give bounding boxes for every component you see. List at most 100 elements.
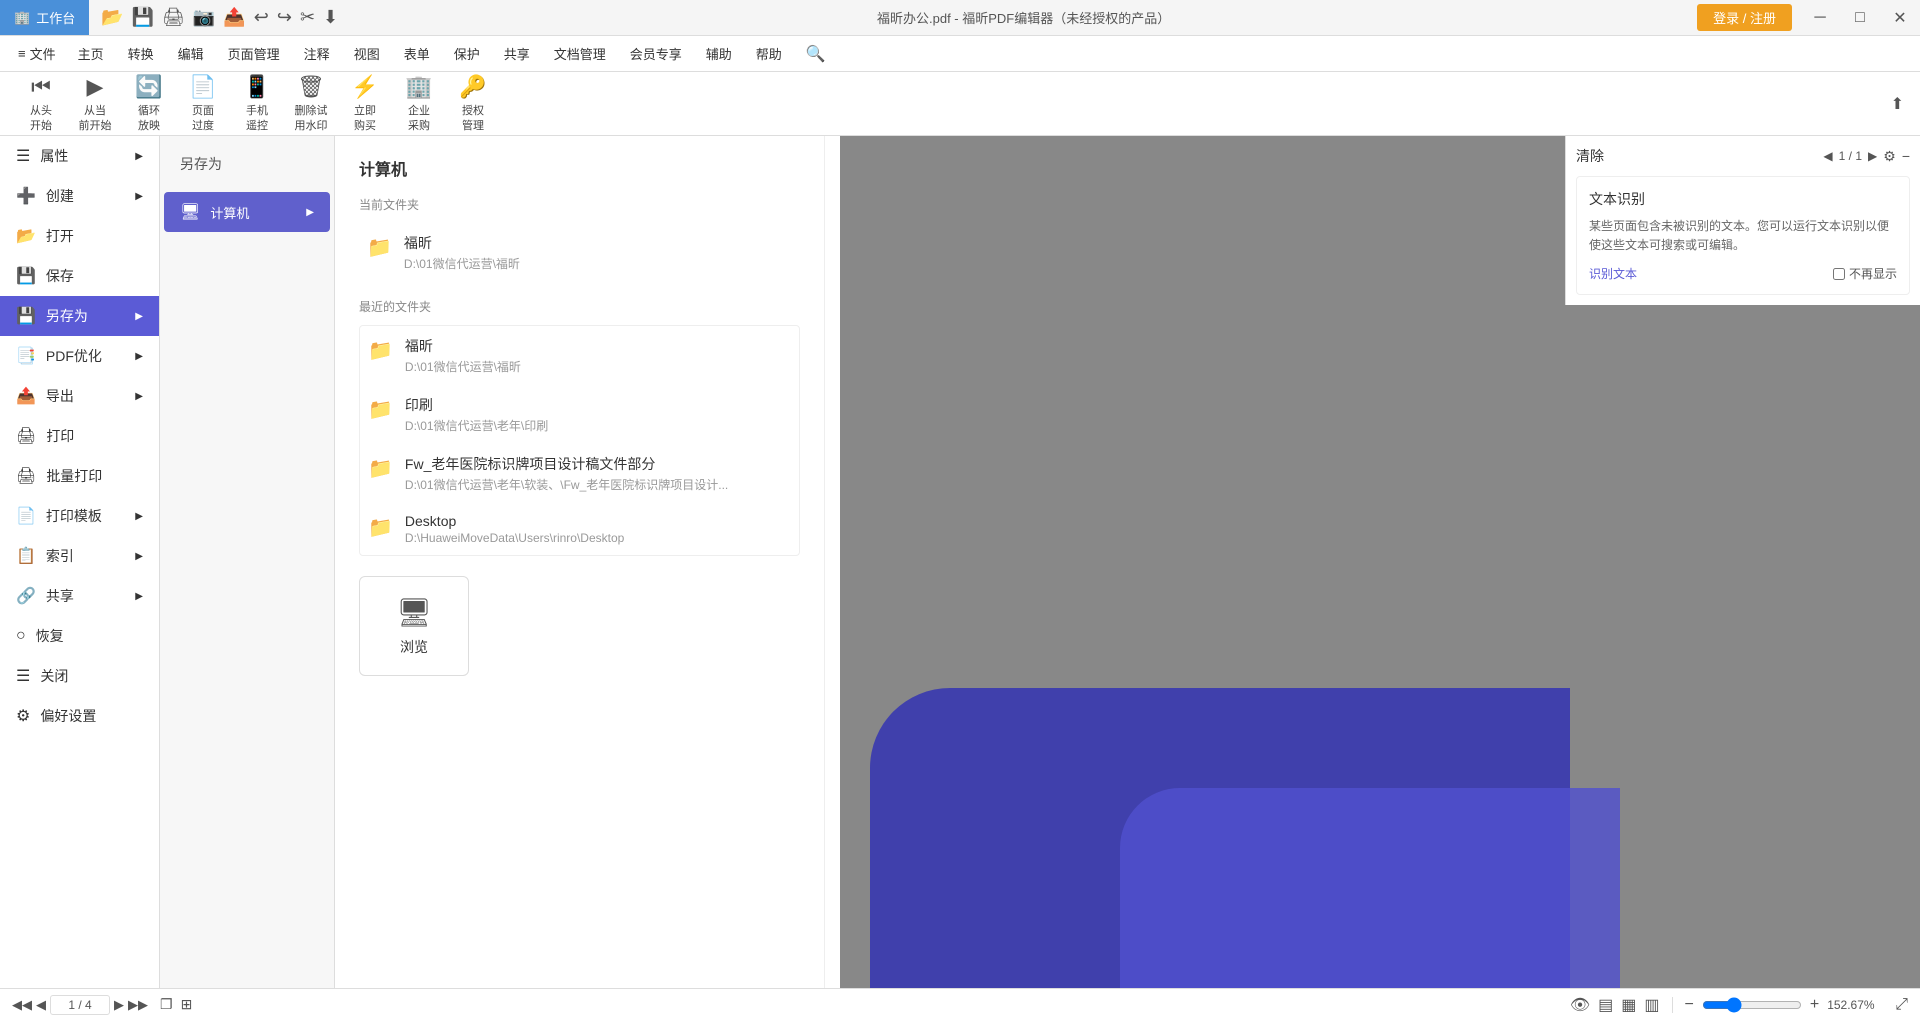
menu-item-saveas[interactable]: 💾 另存为 ▶: [0, 296, 159, 336]
recent-folder-1[interactable]: 📁 印刷 D:\01微信代运营\老年\印刷: [360, 385, 799, 444]
ocr-recognize-button[interactable]: 识别文本: [1589, 265, 1637, 282]
hamburger-icon: ≡: [18, 46, 26, 61]
saveas-option-saveas[interactable]: 另存为: [164, 144, 330, 184]
properties-label: 属性: [40, 146, 68, 166]
open-file-icon[interactable]: 📂: [101, 7, 123, 28]
file-menu-label[interactable]: 文件: [30, 44, 56, 63]
file-dropdown-overlay: ☰ 属性 ▶ ➕ 创建 ▶ 📂 打开 💾 保存 💾 另存为 ▶: [0, 136, 840, 988]
toolbar-authorize[interactable]: 🔑 授权管理: [448, 70, 498, 137]
view-icon-3[interactable]: ▦: [1621, 995, 1636, 1015]
workbench-button[interactable]: 🏢 工作台: [0, 0, 89, 35]
next-page-button[interactable]: ▶: [114, 997, 124, 1013]
recent-folder-0[interactable]: 📁 福昕 D:\01微信代运营\福昕: [360, 326, 799, 385]
toolbar-from-start[interactable]: ⏮ 从头开始: [16, 70, 66, 137]
menu-share[interactable]: 共享: [492, 38, 542, 69]
view-icon-4[interactable]: ▥: [1644, 995, 1659, 1015]
undo-icon[interactable]: ↩: [254, 7, 269, 28]
browse-button[interactable]: 🖥 浏览: [359, 576, 469, 676]
login-button[interactable]: 登录 / 注册: [1697, 4, 1792, 31]
menu-item-preferences[interactable]: ⚙ 偏好设置: [0, 696, 159, 736]
page-prev-icon[interactable]: ◀: [1823, 149, 1832, 163]
save-icon[interactable]: 💾: [132, 7, 154, 28]
recent-folder-3-icon: 📁: [368, 515, 393, 540]
menu-item-print[interactable]: 🖨 打印: [0, 416, 159, 456]
close-button[interactable]: ✕: [1880, 0, 1920, 36]
pdf-optimize-label: PDF优化: [46, 346, 102, 366]
minimize-button[interactable]: ─: [1800, 0, 1840, 36]
zoom-minus-button[interactable]: −: [1685, 996, 1694, 1014]
recent-folder-1-path: D:\01微信代运营\老年\印刷: [405, 417, 548, 434]
redo-icon[interactable]: ↪: [277, 7, 292, 28]
menu-item-share[interactable]: 🔗 共享 ▶: [0, 576, 159, 616]
export-icon[interactable]: 📤: [223, 7, 245, 28]
current-folder-item[interactable]: 📁 福昕 D:\01微信代运营\福昕: [359, 223, 800, 282]
ocr-title: 文本识别: [1589, 189, 1897, 209]
menu-item-close[interactable]: ☰ 关闭: [0, 656, 159, 696]
menu-form[interactable]: 表单: [392, 38, 442, 69]
toolbar-file-tools: 📂 💾 🖨 📷 📤 ↩ ↪ ✂ ⬇: [89, 7, 350, 28]
toolbar-from-current[interactable]: ▶ 从当前开始: [70, 70, 120, 137]
menu-item-index[interactable]: 📋 索引 ▶: [0, 536, 159, 576]
prev-page-button[interactable]: ◀: [36, 997, 46, 1013]
toolbar-loop[interactable]: 🔄 循环放映: [124, 70, 174, 137]
menu-doc-manage[interactable]: 文档管理: [542, 38, 618, 69]
menu-item-properties[interactable]: ☰ 属性 ▶: [0, 136, 159, 176]
menu-item-export[interactable]: 📤 导出 ▶: [0, 376, 159, 416]
zoom-plus-button[interactable]: +: [1810, 996, 1819, 1014]
menu-item-batch-print[interactable]: 🖨 批量打印: [0, 456, 159, 496]
fullscreen-button[interactable]: ⤢: [1895, 996, 1908, 1014]
menu-page-manage[interactable]: 页面管理: [216, 38, 292, 69]
menu-protect[interactable]: 保护: [442, 38, 492, 69]
menu-item-pdf-optimize[interactable]: 📑 PDF优化 ▶: [0, 336, 159, 376]
separator: [1672, 997, 1673, 1013]
menu-item-print-template[interactable]: 📄 打印模板 ▶: [0, 496, 159, 536]
print-icon[interactable]: 🖨: [162, 7, 185, 28]
toolbar-page-transition[interactable]: 📄 页面过度: [178, 70, 228, 137]
saveas-option-computer[interactable]: 🖥 计算机 ▶: [164, 192, 330, 232]
last-page-button[interactable]: ▶▶: [128, 997, 148, 1013]
page-next-icon[interactable]: ▶: [1868, 149, 1877, 163]
share-icon: 🔗: [16, 586, 36, 606]
menu-item-create[interactable]: ➕ 创建 ▶: [0, 176, 159, 216]
menu-home[interactable]: 主页: [66, 38, 116, 69]
menu-help[interactable]: 帮助: [744, 38, 794, 69]
fit-view-icon[interactable]: ⊞: [181, 996, 193, 1013]
toolbar-buy-now[interactable]: ⚡ 立即购买: [340, 70, 390, 137]
view-icon-1[interactable]: 👁: [1570, 995, 1590, 1015]
clear-button[interactable]: 清除: [1576, 146, 1604, 166]
collapse-icon[interactable]: −: [1902, 148, 1910, 164]
menu-edit[interactable]: 编辑: [166, 38, 216, 69]
toolbar-enterprise[interactable]: 🏢 企业采购: [394, 70, 444, 137]
recent-folder-0-info: 福昕 D:\01微信代运营\福昕: [405, 336, 521, 375]
download-icon[interactable]: ⬇: [323, 7, 338, 28]
search-button[interactable]: 🔍: [794, 38, 838, 70]
copy-view-icon[interactable]: ❐: [160, 996, 173, 1013]
expand-icon[interactable]: ⬆: [1891, 94, 1904, 114]
settings-icon[interactable]: ⚙: [1883, 148, 1896, 165]
zoom-slider[interactable]: [1702, 997, 1802, 1013]
recent-folder-3[interactable]: 📁 Desktop D:\HuaweiMoveData\Users\rinro\…: [360, 503, 799, 555]
menu-toggle-button[interactable]: ≡ 文件: [8, 40, 66, 67]
menu-vip[interactable]: 会员专享: [618, 38, 694, 69]
menu-comment[interactable]: 注释: [292, 38, 342, 69]
recent-folder-2[interactable]: 📁 Fw_老年医院标识牌项目设计稿文件部分 D:\01微信代运营\老年\软装、\…: [360, 444, 799, 503]
toolbar-remove-watermark[interactable]: 🗑 删除试用水印: [286, 70, 336, 137]
maximize-button[interactable]: □: [1840, 0, 1880, 36]
menu-view[interactable]: 视图: [342, 38, 392, 69]
from-start-label: 从头开始: [30, 104, 52, 133]
first-page-button[interactable]: ◀◀: [12, 997, 32, 1013]
menu-convert[interactable]: 转换: [116, 38, 166, 69]
tools-icon[interactable]: ✂: [300, 7, 315, 28]
menu-item-recover[interactable]: ○ 恢复: [0, 616, 159, 656]
create-arrow: ▶: [135, 191, 143, 202]
menu-assist[interactable]: 辅助: [694, 38, 744, 69]
menu-item-save[interactable]: 💾 保存: [0, 256, 159, 296]
scan-icon[interactable]: 📷: [193, 7, 215, 28]
toolbar-mobile-control[interactable]: 📱 手机遥控: [232, 70, 282, 137]
page-input[interactable]: 1 / 4: [50, 995, 110, 1015]
recent-folder-2-icon: 📁: [368, 456, 393, 481]
recent-folder-1-info: 印刷 D:\01微信代运营\老年\印刷: [405, 395, 548, 434]
no-show-checkbox[interactable]: [1833, 268, 1845, 280]
view-icon-2[interactable]: ▤: [1598, 995, 1613, 1015]
menu-item-open[interactable]: 📂 打开: [0, 216, 159, 256]
